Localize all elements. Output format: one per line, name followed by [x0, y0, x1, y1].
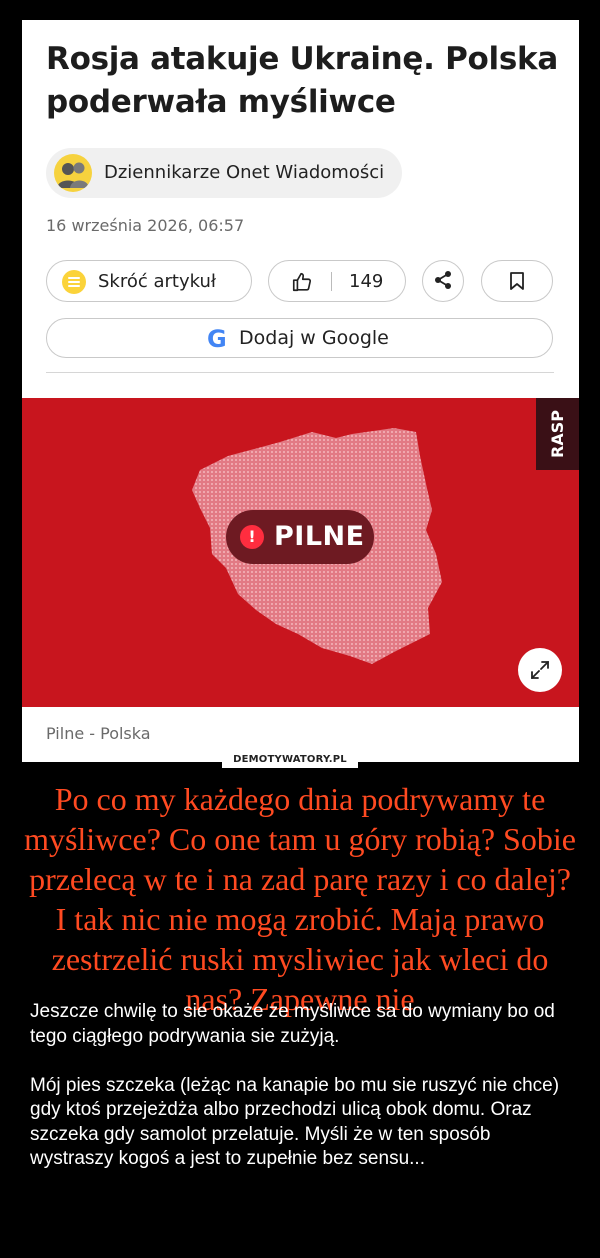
- avatar-icon: [54, 154, 92, 192]
- like-button[interactable]: 149: [268, 260, 406, 302]
- watermark: DEMOTYWATORY.PL: [222, 752, 358, 768]
- breaking-news-label: PILNE: [274, 521, 365, 552]
- add-in-google-button[interactable]: G Dodaj w Google: [46, 318, 553, 358]
- source-tab-label: RASP: [548, 410, 567, 458]
- breaking-news-badge: ! PILNE: [226, 510, 374, 564]
- body-paragraph: Mój pies szczeka (leżąc na kanapie bo mu…: [30, 1074, 560, 1170]
- divider: [46, 372, 554, 373]
- demotivator-title: Po co my każdego dnia podrywamy te myśli…: [24, 781, 576, 1017]
- hero-image[interactable]: RASP ! PILNE: [22, 398, 579, 707]
- article-headline[interactable]: Rosja atakuje Ukrainę. Polska poderwała …: [46, 38, 566, 124]
- body-paragraph: Jeszcze chwilę to sie okaże ze myśliwce …: [30, 1001, 555, 1047]
- list-icon: [62, 270, 86, 294]
- author-chip[interactable]: Dziennikarze Onet Wiadomości: [46, 148, 402, 198]
- bookmark-button[interactable]: [481, 260, 553, 302]
- shorten-article-label: Skróć artykuł: [98, 271, 217, 292]
- alert-icon: !: [240, 525, 264, 549]
- shorten-article-button[interactable]: Skróć artykuł: [46, 260, 252, 302]
- author-name: Dziennikarze Onet Wiadomości: [104, 162, 385, 183]
- like-count: 149: [349, 271, 384, 292]
- article-card: Rosja atakuje Ukrainę. Polska poderwała …: [22, 20, 579, 762]
- publish-date: 16 września 2026, 06:57: [46, 216, 245, 235]
- google-icon: G: [207, 325, 227, 353]
- image-caption: Pilne - Polska: [46, 724, 151, 743]
- share-button[interactable]: [422, 260, 464, 302]
- add-in-google-label: Dodaj w Google: [239, 327, 389, 349]
- source-tab: RASP: [536, 398, 579, 470]
- expand-image-button[interactable]: [518, 648, 562, 692]
- demotivator-body: Jeszcze chwilę to sie okaże ze myśliwce …: [30, 1000, 575, 1196]
- like-divider: [331, 272, 332, 291]
- thumbs-up-icon: [291, 271, 313, 298]
